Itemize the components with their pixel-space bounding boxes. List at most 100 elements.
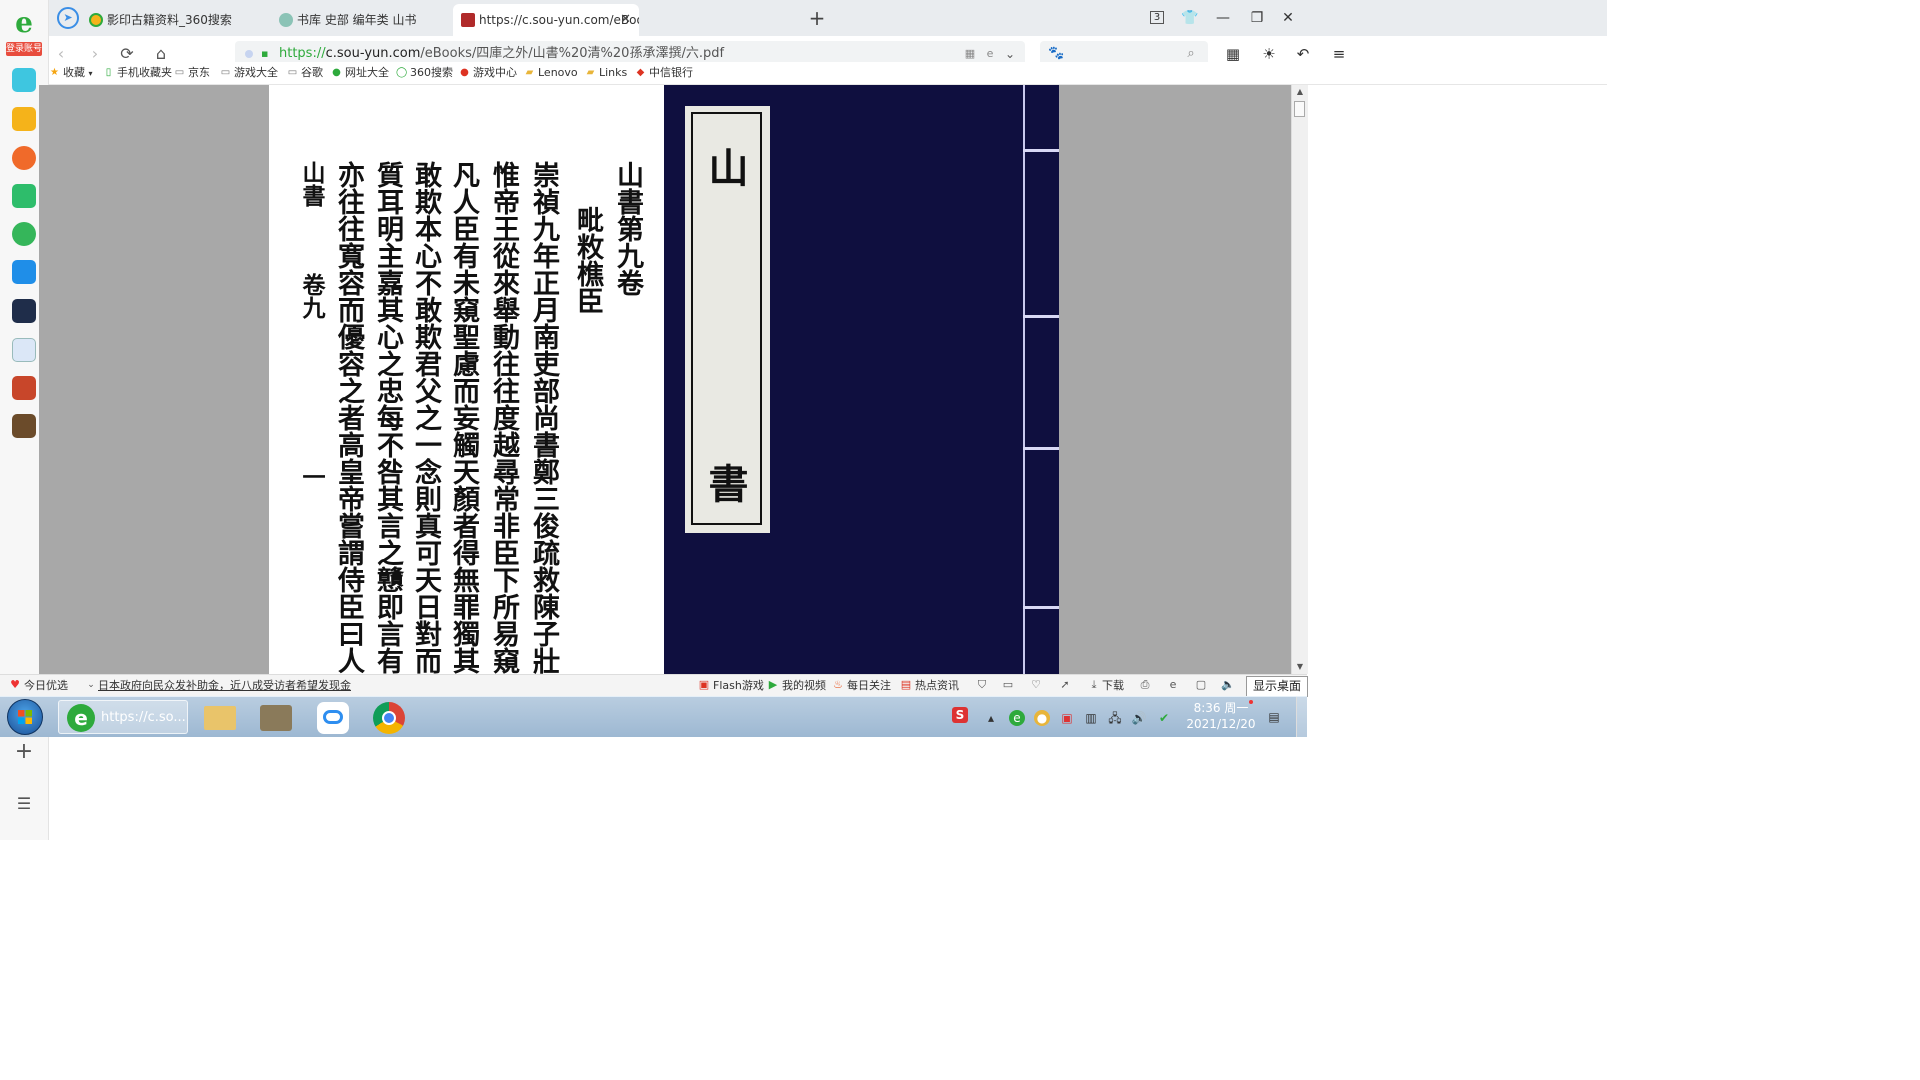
bookmark-gamecenter[interactable]: ● 游戏中心 [459, 64, 517, 82]
today-picks-link[interactable]: 今日优选 [24, 677, 68, 695]
shield-icon[interactable]: ⛉ [975, 678, 989, 692]
action-center-icon[interactable]: ▤ [1266, 709, 1282, 725]
bank-icon: ◆ [636, 67, 645, 78]
baidu-paw-icon[interactable]: 🐾 [1048, 46, 1064, 62]
daily-focus-link[interactable]: 每日关注 [847, 677, 891, 695]
checkmark-tray-icon[interactable]: ✔ [1156, 710, 1172, 726]
document-app-icon[interactable] [12, 338, 36, 362]
game-app-icon[interactable] [12, 376, 36, 400]
bookmark-links[interactable]: ▰ Links [585, 64, 628, 82]
start-button[interactable] [7, 699, 43, 735]
sou-yun-icon [461, 13, 475, 27]
search-icon[interactable]: ⌕ [1182, 45, 1200, 63]
tab-title: 书库 史部 编年类 山书 [297, 13, 417, 27]
tab-bar: ➤ 影印古籍资料_360搜索 书库 史部 编年类 山书 https://c.so… [49, 0, 1607, 36]
binding-stitch [1023, 315, 1059, 318]
bookmark-jd[interactable]: ▭ 京东 [174, 64, 210, 82]
browser-logo[interactable]: e 登录账号 [6, 8, 42, 58]
navigation-icon[interactable]: ➤ [57, 7, 79, 29]
restore-icon[interactable]: ❐ [1243, 6, 1271, 30]
hot-news-link[interactable]: 热点资讯 [915, 677, 959, 695]
scroll-up-icon[interactable]: ▲ [1292, 85, 1308, 99]
login-badge[interactable]: 登录账号 [6, 42, 42, 56]
url-dropdown-icon[interactable]: ⌄ [1001, 45, 1019, 63]
bookmark-favorites[interactable]: ★ 收藏 ▾ [49, 64, 93, 82]
notification-dot [1249, 700, 1253, 704]
site-info-icon[interactable] [245, 50, 253, 58]
system-clock[interactable]: 8:36 周一 2021/12/20 [1176, 700, 1266, 732]
security-tray-icon[interactable]: ● [1034, 710, 1050, 726]
flash-games-link[interactable]: Flash游戏 [713, 677, 764, 695]
text-column: 敢欺本心不敢欺君父之一念則真可天日對而鬼神 [410, 161, 441, 728]
taskbar-chrome[interactable] [365, 700, 415, 734]
volume-icon[interactable]: 🔈 [1221, 678, 1235, 692]
mail-icon[interactable] [12, 184, 36, 208]
phone-icon: ▯ [105, 67, 112, 78]
tab-search[interactable]: 影印古籍资料_360搜索 [81, 4, 269, 36]
show-desktop-corner[interactable] [1296, 697, 1308, 737]
bookmark-citic[interactable]: ◆ 中信银行 [635, 64, 693, 82]
ie-icon[interactable]: e [1166, 678, 1180, 692]
tab-pdf[interactable]: https://c.sou-yun.com/eBook ✕ [453, 4, 639, 36]
news-icon: ▤ [900, 678, 912, 691]
bookmark-label: Links [599, 66, 628, 79]
taskbar-explorer[interactable] [196, 700, 246, 734]
favorites-star-icon[interactable] [12, 107, 36, 131]
ie-mode-icon[interactable]: e [981, 45, 999, 63]
taskbar-tools[interactable] [252, 700, 302, 734]
bookmark-games[interactable]: ▭ 游戏大全 [220, 64, 278, 82]
taskbar-baidu-netdisk[interactable] [309, 700, 359, 734]
add-sidebar-icon[interactable]: + [12, 740, 36, 764]
rocket-icon[interactable]: ➚ [1058, 678, 1072, 692]
flame-icon: ♨ [833, 678, 843, 691]
print-icon[interactable]: ⎙ [1138, 678, 1152, 692]
heart-outline-icon[interactable]: ♡ [1029, 678, 1043, 692]
tab-shuku[interactable]: 书库 史部 编年类 山书 [271, 4, 451, 36]
bookmark-mobile[interactable]: ▯ 手机收藏夹 [103, 64, 172, 82]
url-path: /eBooks/四庫之外/山書%20清%20孫承澤撰/六.pdf [420, 46, 725, 61]
tab-title: https://c.sou-yun.com/eBook [479, 13, 639, 27]
network-warning-icon[interactable]: ▣ [1059, 710, 1075, 726]
p-app-icon[interactable] [12, 260, 36, 284]
download-link[interactable]: 下载 [1102, 677, 1124, 695]
game-app-2-icon[interactable] [12, 414, 36, 438]
new-tab-button[interactable]: + [805, 4, 829, 32]
360-safe-icon[interactable]: e [1009, 710, 1025, 726]
show-desktop-button[interactable]: 显示桌面 [1246, 676, 1308, 697]
translate-icon[interactable] [12, 68, 36, 92]
binding-stitch [1023, 447, 1059, 450]
window-icon[interactable]: ▢ [1194, 678, 1208, 692]
star-icon: ★ [50, 67, 59, 78]
sogou-input-icon[interactable]: S [952, 707, 968, 723]
tab-count-badge[interactable]: 3 [1143, 6, 1171, 30]
tray-expand-icon[interactable]: ▴ [983, 710, 999, 726]
bookmark-directory[interactable]: ● 网址大全 [331, 64, 389, 82]
text-column-title: 山書第九卷 [612, 161, 643, 296]
news-ticker-link[interactable]: 日本政府向民众发补助金，近八成受访者希望发现金 [98, 677, 351, 695]
speaker-icon[interactable]: 🔊 [1131, 710, 1147, 726]
shirt-skin-icon[interactable]: 👕 [1176, 6, 1204, 30]
bookmark-lenovo[interactable]: ▰ Lenovo [524, 64, 578, 82]
scroll-down-icon[interactable]: ▼ [1292, 660, 1308, 674]
tab-close-icon[interactable]: ✕ [620, 4, 631, 36]
bookmark-google[interactable]: ▭ 谷歌 [287, 64, 323, 82]
sidebar-menu-icon[interactable]: ☰ [12, 794, 36, 814]
screenshot-icon[interactable]: ▭ [1001, 678, 1015, 692]
minimize-icon[interactable]: — [1209, 6, 1237, 30]
close-window-icon[interactable]: ✕ [1274, 6, 1302, 30]
scroll-thumb[interactable] [1294, 101, 1305, 117]
url-scheme: https:// [279, 46, 326, 61]
weibo-icon[interactable] [12, 146, 36, 170]
vertical-scrollbar[interactable]: ▲ ▼ [1291, 85, 1308, 674]
pdf-viewer[interactable]: 山書第九卷 毗敉樵臣 崇禎九年正月南吏部尚書鄭三俊疏救陳子壯曰竊 惟帝王從來舉動… [39, 85, 1291, 728]
taskbar-browser[interactable]: e https://c.so... [58, 700, 188, 734]
taskbar: e https://c.so... S ▴ e ● ▣ ▥ 🖧 🔊 ✔ 8:36 [0, 696, 1308, 737]
qr-code-icon[interactable]: ▦ [961, 45, 979, 63]
cloud-icon[interactable] [12, 222, 36, 246]
windows-logo-icon [18, 710, 32, 724]
news-app-icon[interactable] [12, 299, 36, 323]
device-icon[interactable]: ▥ [1083, 710, 1099, 726]
bookmark-360search[interactable]: ◯ 360搜索 [396, 64, 453, 82]
network-icon[interactable]: 🖧 [1107, 710, 1123, 726]
my-videos-link[interactable]: 我的视频 [782, 677, 826, 695]
